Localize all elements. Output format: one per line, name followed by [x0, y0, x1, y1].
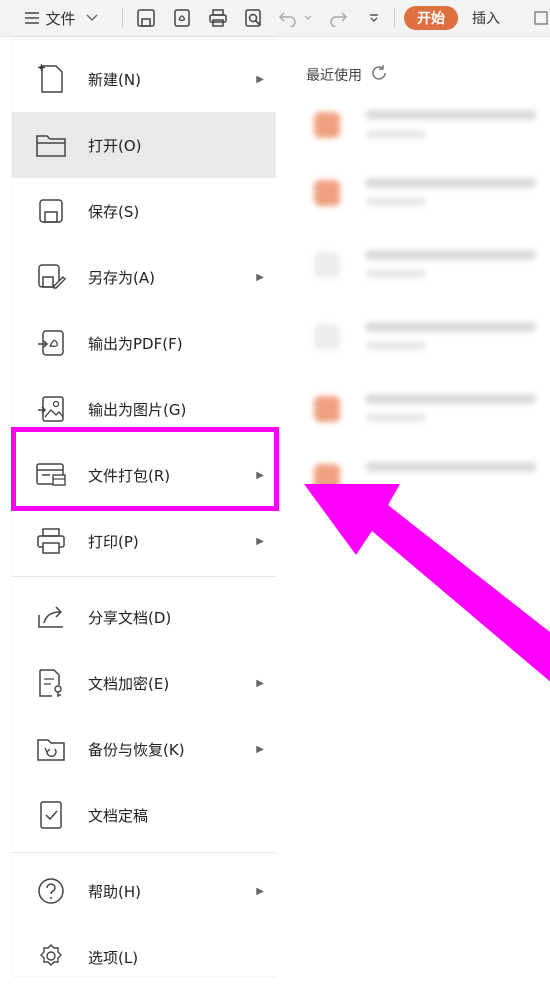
file-name-blurred [366, 250, 536, 260]
file-name-blurred [366, 322, 536, 332]
file-meta-blurred [366, 342, 426, 350]
menu-item-label: 帮助(H) [88, 882, 141, 901]
menu-item-label: 新建(N) [88, 70, 141, 89]
settings-icon [34, 940, 68, 974]
menu-item-share[interactable]: 分享文档(D) [12, 584, 276, 650]
backup-icon [34, 732, 68, 766]
file-name-blurred [366, 394, 536, 404]
finalize-icon [34, 798, 68, 832]
file-type-icon [314, 252, 340, 278]
submenu-arrow-icon: ▶ [256, 271, 264, 283]
file-name-blurred [366, 178, 536, 188]
share-icon [34, 600, 68, 634]
file-menu-label: 文件 [45, 9, 76, 28]
menu-item-label: 打开(O) [88, 136, 142, 155]
menu-item-label: 保存(S) [88, 202, 140, 221]
refresh-icon[interactable] [362, 64, 388, 86]
menu-item-finalize[interactable]: 文档定稿 [12, 782, 276, 848]
menu-item-export-pdf[interactable]: 输出为PDF(F) [12, 310, 276, 376]
redo-icon[interactable] [326, 4, 350, 32]
menu-item-label: 分享文档(D) [88, 608, 172, 627]
save-icon [34, 194, 68, 228]
menu-item-export-image[interactable]: 输出为图片(G) [12, 376, 276, 442]
menu-item-label: 选项(L) [88, 948, 139, 967]
file-type-icon [314, 112, 340, 138]
menu-item-label: 另存为(A) [88, 268, 155, 287]
file-menu-button[interactable]: 文件 [10, 4, 112, 32]
menu-item-new[interactable]: 新建(N) ▶ [12, 46, 276, 112]
menu-item-print[interactable]: 打印(P) ▶ [12, 508, 276, 574]
recent-files-header: 最近使用 [306, 64, 388, 86]
menu-item-backup[interactable]: 备份与恢复(K) ▶ [12, 716, 276, 782]
submenu-arrow-icon: ▶ [256, 73, 264, 85]
recent-files-panel: 最近使用 [276, 40, 550, 976]
file-meta-blurred [366, 414, 426, 422]
file-name-blurred [366, 110, 536, 120]
package-icon [34, 458, 68, 492]
recent-file-row[interactable] [306, 240, 546, 290]
menu-item-encrypt[interactable]: 文档加密(E) ▶ [12, 650, 276, 716]
save-as-icon [34, 260, 68, 294]
recent-file-row[interactable] [306, 168, 546, 218]
menu-divider [12, 852, 276, 853]
menu-icon [24, 11, 40, 25]
menu-item-label: 输出为图片(G) [88, 400, 187, 419]
export-pdf-icon [34, 326, 68, 360]
export-pdf-icon[interactable] [168, 4, 196, 32]
recent-file-row[interactable] [306, 100, 546, 150]
print-preview-icon[interactable] [240, 4, 268, 32]
file-meta-blurred [366, 270, 426, 278]
undo-dropdown-icon[interactable] [302, 4, 314, 32]
submenu-arrow-icon: ▶ [256, 885, 264, 897]
submenu-arrow-icon: ▶ [256, 743, 264, 755]
recent-file-row[interactable] [306, 312, 546, 362]
menu-item-save[interactable]: 保存(S) [12, 178, 276, 244]
export-image-icon [34, 392, 68, 426]
file-meta-blurred [366, 130, 426, 138]
menu-item-options[interactable]: 选项(L) [12, 924, 276, 990]
submenu-arrow-icon: ▶ [256, 469, 264, 481]
file-meta-blurred [366, 198, 426, 206]
file-type-icon [314, 464, 340, 490]
tab-insert[interactable]: 插入 [472, 6, 500, 30]
menu-item-label: 打印(P) [88, 532, 139, 551]
menu-divider [12, 576, 276, 577]
recent-file-row[interactable] [306, 452, 546, 502]
menu-item-save-as[interactable]: 另存为(A) ▶ [12, 244, 276, 310]
new-file-icon [34, 62, 68, 96]
file-type-icon [314, 324, 340, 350]
menu-item-label: 文档定稿 [88, 806, 149, 825]
customize-icon[interactable] [362, 4, 386, 32]
toolbar-divider [122, 8, 123, 28]
tab-start[interactable]: 开始 [404, 6, 458, 30]
tab-next-partial[interactable] [534, 6, 550, 30]
file-type-icon [314, 180, 340, 206]
encrypt-icon [34, 666, 68, 700]
help-icon [34, 874, 68, 908]
menu-item-package[interactable]: 文件打包(R) ▶ [12, 442, 276, 508]
quick-access-toolbar: 文件 开始 插入 [0, 0, 550, 37]
recent-files-title: 最近使用 [306, 68, 362, 84]
submenu-arrow-icon: ▶ [256, 535, 264, 547]
chevron-down-icon [86, 14, 98, 22]
open-folder-icon [34, 128, 68, 162]
file-name-blurred [366, 462, 536, 472]
save-icon[interactable] [132, 4, 160, 32]
undo-icon[interactable] [276, 4, 300, 32]
toolbar-divider [394, 8, 395, 28]
print-icon [34, 524, 68, 558]
menu-item-label: 文档加密(E) [88, 674, 170, 693]
menu-item-label: 备份与恢复(K) [88, 740, 185, 759]
menu-item-help[interactable]: 帮助(H) ▶ [12, 858, 276, 924]
menu-item-label: 输出为PDF(F) [88, 334, 183, 353]
print-icon[interactable] [204, 4, 232, 32]
file-type-icon [314, 396, 340, 422]
menu-item-label: 文件打包(R) [88, 466, 171, 485]
menu-item-open[interactable]: 打开(O) [12, 112, 276, 178]
file-menu-panel: 新建(N) ▶ 打开(O) 保存(S) 另存为(A) ▶ 输出为PDF(F) 输… [12, 40, 276, 976]
recent-file-row[interactable] [306, 384, 546, 434]
submenu-arrow-icon: ▶ [256, 677, 264, 689]
